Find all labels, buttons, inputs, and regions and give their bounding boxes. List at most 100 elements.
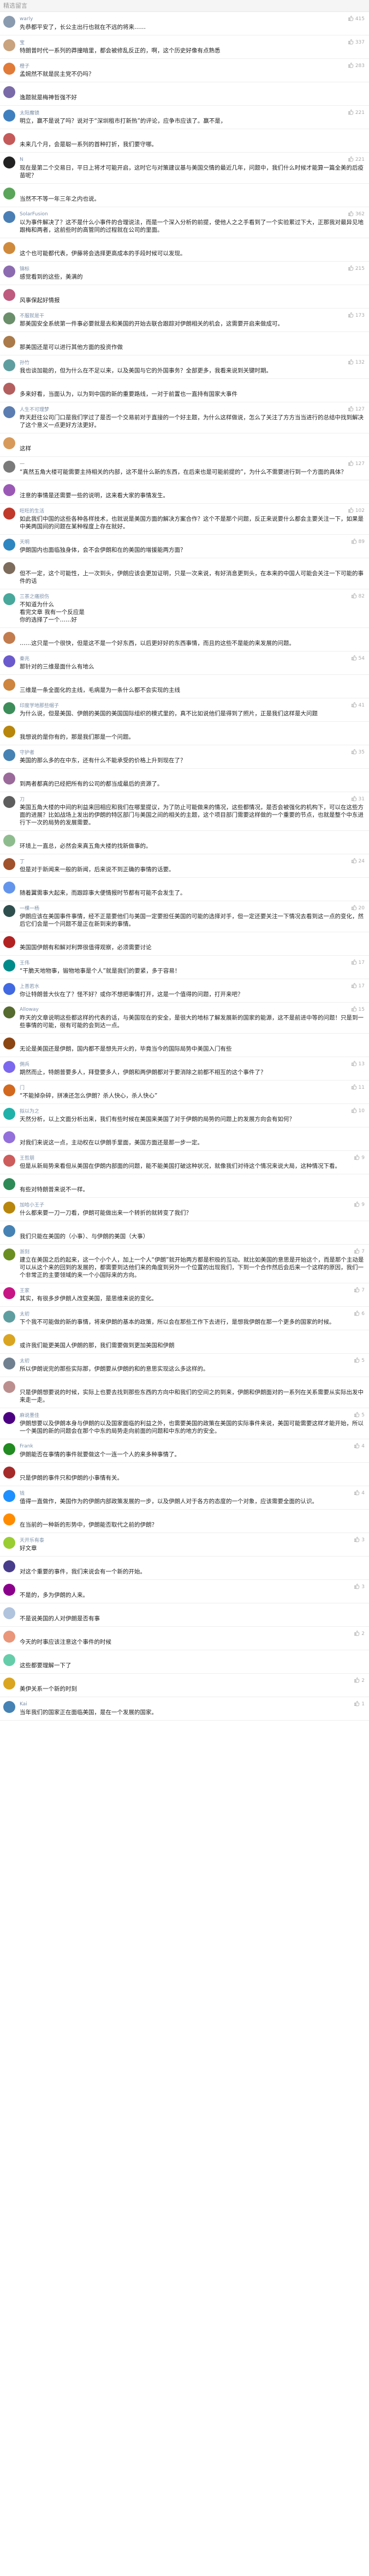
like-button[interactable]: 13 bbox=[351, 1060, 365, 1068]
like-button[interactable]: 415 bbox=[348, 15, 365, 23]
like-button[interactable]: 82 bbox=[351, 593, 365, 600]
avatar[interactable] bbox=[3, 86, 15, 98]
commenter-name[interactable]: 一 bbox=[20, 460, 25, 467]
avatar[interactable] bbox=[3, 936, 15, 948]
commenter-name[interactable]: 刀 bbox=[20, 795, 25, 803]
commenter-name[interactable]: 秦兆 bbox=[20, 655, 29, 662]
like-button[interactable]: 11 bbox=[351, 1084, 365, 1091]
commenter-name[interactable]: Alloway bbox=[20, 1007, 39, 1012]
avatar[interactable] bbox=[3, 1006, 15, 1018]
avatar[interactable] bbox=[3, 1701, 15, 1713]
avatar[interactable] bbox=[3, 858, 15, 870]
avatar[interactable] bbox=[3, 1537, 15, 1549]
avatar[interactable] bbox=[3, 16, 15, 28]
avatar[interactable] bbox=[3, 983, 15, 995]
like-button[interactable]: 283 bbox=[348, 62, 365, 70]
like-button[interactable]: 17 bbox=[351, 959, 365, 967]
avatar[interactable] bbox=[3, 1037, 15, 1049]
avatar[interactable] bbox=[3, 63, 15, 75]
avatar[interactable] bbox=[3, 796, 15, 808]
commenter-name[interactable]: 王哲朋 bbox=[20, 1154, 34, 1161]
commenter-name[interactable]: 加哈小王子 bbox=[20, 1201, 44, 1208]
avatar[interactable] bbox=[3, 312, 15, 324]
like-button[interactable]: 15 bbox=[351, 1006, 365, 1013]
avatar[interactable] bbox=[3, 1178, 15, 1190]
like-button[interactable]: 173 bbox=[348, 312, 365, 319]
avatar[interactable] bbox=[3, 242, 15, 254]
avatar[interactable] bbox=[3, 593, 15, 605]
like-button[interactable]: 20 bbox=[351, 904, 365, 912]
avatar[interactable] bbox=[3, 1358, 15, 1370]
avatar[interactable] bbox=[3, 882, 15, 894]
commenter-name[interactable]: 钱 bbox=[20, 1489, 25, 1497]
avatar[interactable] bbox=[3, 1334, 15, 1346]
like-button[interactable]: 221 bbox=[348, 156, 365, 164]
like-button[interactable]: 2 bbox=[354, 1630, 365, 1638]
avatar[interactable] bbox=[3, 539, 15, 551]
commenter-name[interactable]: Kai bbox=[20, 1702, 27, 1707]
avatar[interactable] bbox=[3, 835, 15, 847]
like-button[interactable]: 31 bbox=[351, 795, 365, 803]
like-button[interactable]: 4 bbox=[354, 1443, 365, 1450]
like-button[interactable]: 3 bbox=[354, 1583, 365, 1591]
avatar[interactable] bbox=[3, 1607, 15, 1619]
avatar[interactable] bbox=[3, 156, 15, 168]
commenter-name[interactable]: 锦标 bbox=[20, 265, 29, 272]
commenter-name[interactable]: 一棵一杨 bbox=[20, 904, 39, 912]
avatar[interactable] bbox=[3, 773, 15, 785]
commenter-name[interactable]: 丁 bbox=[20, 858, 25, 865]
avatar[interactable] bbox=[3, 266, 15, 277]
commenter-name[interactable]: 旺旺的生活 bbox=[20, 507, 44, 514]
commenter-name[interactable]: 孙竹 bbox=[20, 359, 29, 366]
commenter-name[interactable]: 太初 bbox=[20, 1310, 29, 1317]
like-button[interactable]: 132 bbox=[348, 359, 365, 366]
like-button[interactable]: 4 bbox=[354, 1489, 365, 1497]
avatar[interactable] bbox=[3, 632, 15, 644]
commenter-name[interactable]: 太初 bbox=[20, 1357, 29, 1364]
like-button[interactable]: 2 bbox=[354, 1677, 365, 1685]
commenter-name[interactable]: SolarFusion bbox=[20, 212, 48, 217]
like-button[interactable]: 7 bbox=[354, 1287, 365, 1294]
avatar[interactable] bbox=[3, 679, 15, 691]
avatar[interactable] bbox=[3, 1225, 15, 1237]
avatar[interactable] bbox=[3, 1311, 15, 1323]
avatar[interactable] bbox=[3, 655, 15, 667]
like-button[interactable]: 9 bbox=[354, 1201, 365, 1209]
avatar[interactable] bbox=[3, 508, 15, 520]
commenter-name[interactable]: 天开乐有泰 bbox=[20, 1536, 44, 1543]
like-button[interactable]: 7 bbox=[354, 1248, 365, 1256]
avatar[interactable] bbox=[3, 905, 15, 917]
commenter-name[interactable]: 印度学地那些帽子 bbox=[20, 702, 59, 709]
commenter-name[interactable]: 守护者 bbox=[20, 749, 34, 756]
like-button[interactable]: 35 bbox=[351, 749, 365, 756]
like-button[interactable]: 10 bbox=[351, 1107, 365, 1115]
avatar[interactable] bbox=[3, 1131, 15, 1143]
avatar[interactable] bbox=[3, 110, 15, 122]
like-button[interactable]: 221 bbox=[348, 109, 365, 117]
avatar[interactable] bbox=[3, 1084, 15, 1096]
commenter-name[interactable]: 王家 bbox=[20, 1287, 29, 1294]
avatar[interactable] bbox=[3, 188, 15, 200]
avatar[interactable] bbox=[3, 1108, 15, 1120]
avatar[interactable] bbox=[3, 1678, 15, 1690]
commenter-name[interactable]: 王伟 bbox=[20, 959, 29, 966]
avatar[interactable] bbox=[3, 1061, 15, 1073]
commenter-name[interactable]: 佣兵 bbox=[20, 1060, 29, 1067]
commenter-name[interactable]: warly bbox=[20, 16, 33, 22]
avatar[interactable] bbox=[3, 437, 15, 449]
commenter-name[interactable]: 上善若水 bbox=[20, 982, 39, 990]
commenter-name[interactable]: Frank bbox=[20, 1444, 33, 1449]
avatar[interactable] bbox=[3, 1654, 15, 1666]
commenter-name[interactable]: 拟以为之 bbox=[20, 1107, 39, 1114]
like-button[interactable]: 127 bbox=[348, 406, 365, 413]
commenter-name[interactable]: 橙子 bbox=[20, 62, 29, 69]
avatar[interactable] bbox=[3, 1467, 15, 1479]
commenter-name[interactable]: 三茶之痛损伤 bbox=[20, 593, 49, 600]
commenter-name[interactable]: 太阳魔镜 bbox=[20, 109, 39, 116]
commenter-name[interactable]: 天明 bbox=[20, 538, 29, 545]
commenter-name[interactable]: 人生不可理梦 bbox=[20, 406, 49, 413]
avatar[interactable] bbox=[3, 1560, 15, 1572]
commenter-name[interactable]: 门 bbox=[20, 1084, 25, 1091]
avatar[interactable] bbox=[3, 1490, 15, 1502]
avatar[interactable] bbox=[3, 383, 15, 395]
